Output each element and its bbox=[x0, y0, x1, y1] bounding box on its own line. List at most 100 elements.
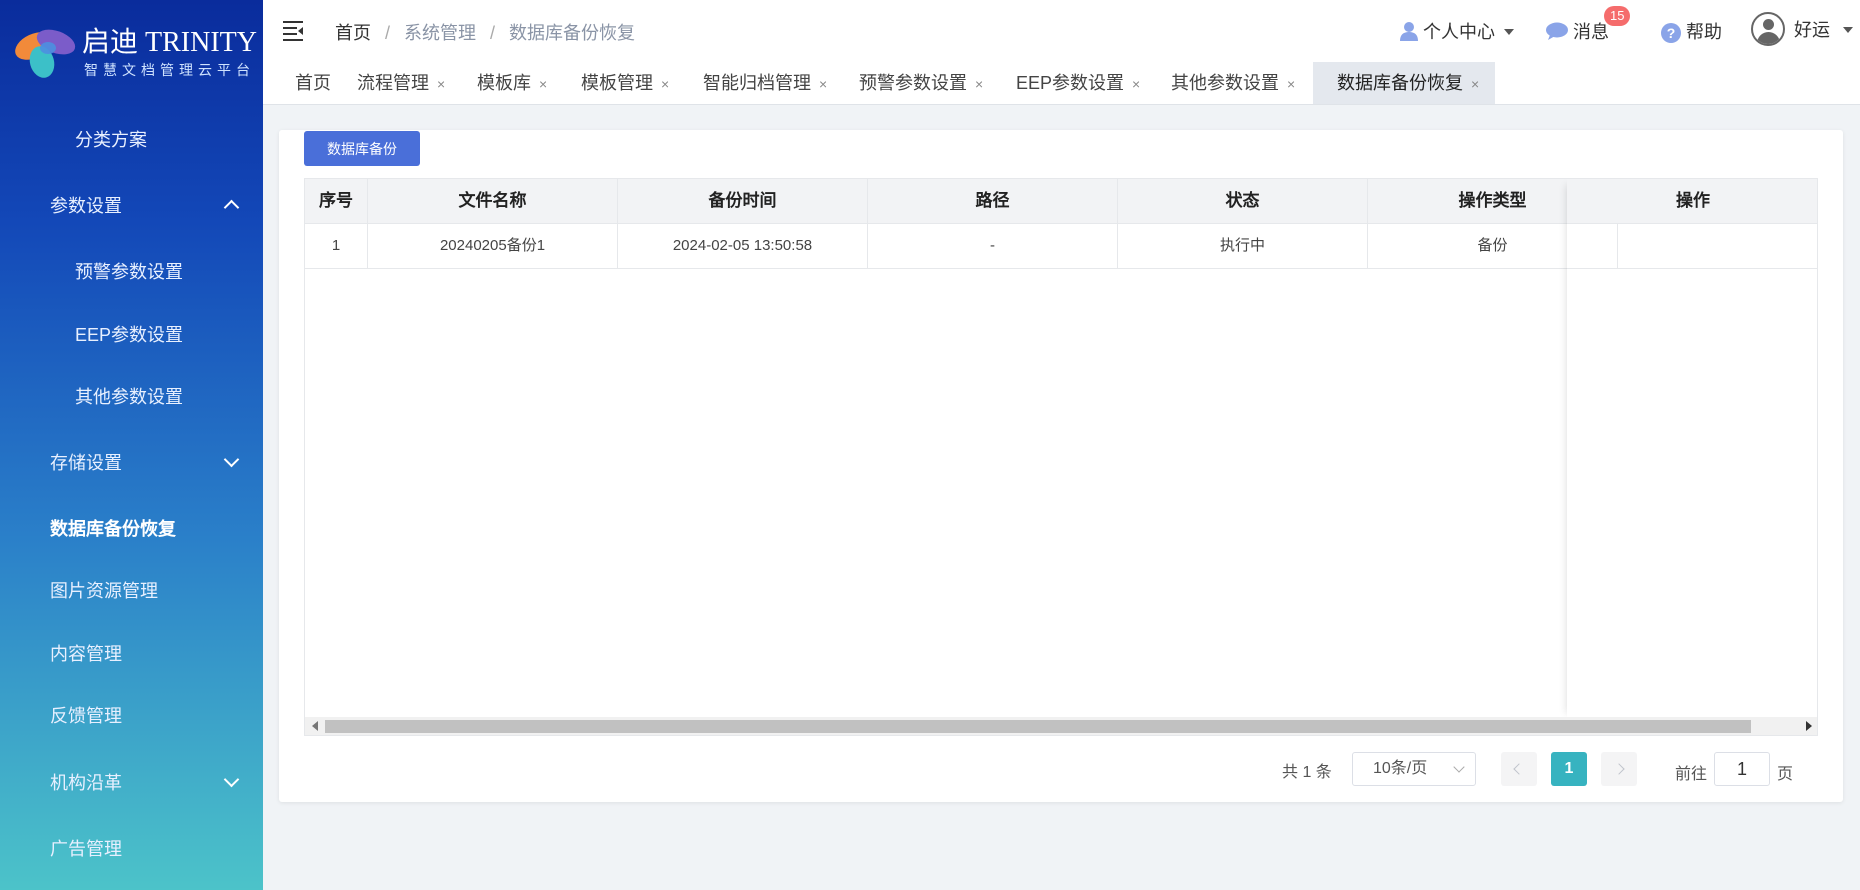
tab-label: 数据库备份恢复 bbox=[1337, 73, 1463, 93]
scrollbar-thumb[interactable] bbox=[325, 720, 1751, 733]
column-header: 路径 bbox=[868, 179, 1118, 223]
username-label: 好运 bbox=[1794, 20, 1831, 40]
close-icon[interactable]: × bbox=[975, 76, 983, 92]
sidebar-item[interactable]: EEP参数设置 bbox=[0, 315, 263, 355]
sidebar: 启迪 TRINITY 智慧文档管理云平台 分类方案参数设置预警参数设置 EEP参数… bbox=[0, 0, 263, 890]
help-icon: ? bbox=[1661, 23, 1681, 43]
collapse-menu-icon[interactable] bbox=[283, 20, 305, 41]
goto-page-input[interactable] bbox=[1714, 752, 1770, 786]
sidebar-item-label: 分类方案 bbox=[75, 130, 147, 150]
horizontal-scrollbar[interactable] bbox=[305, 717, 1817, 735]
caret-down-icon bbox=[1843, 27, 1854, 33]
close-icon[interactable]: × bbox=[661, 76, 669, 92]
breadcrumb-current: 数据库备份恢复 bbox=[509, 23, 636, 43]
account-menu[interactable]: 好运 bbox=[1751, 12, 1854, 46]
sidebar-item[interactable]: 存储设置 bbox=[0, 443, 263, 483]
sidebar-item[interactable]: 图片资源管理 bbox=[0, 571, 263, 611]
prev-page-button[interactable] bbox=[1501, 752, 1537, 786]
close-icon[interactable]: × bbox=[819, 76, 827, 92]
chevron-up-icon bbox=[223, 199, 240, 216]
close-icon[interactable]: × bbox=[437, 76, 445, 92]
sidebar-item-label: 图片资源管理 bbox=[50, 581, 158, 601]
content-card: 数据库备份 序号 文件名称 备份时间 路径 状态 操作类型 1 20240205备份1 202… bbox=[279, 130, 1843, 802]
tab[interactable]: 预警参数设置 × bbox=[855, 62, 983, 104]
tab-label: EEP参数设置 bbox=[1016, 73, 1125, 93]
user-center-menu[interactable]: 个人中心 bbox=[1400, 18, 1515, 44]
close-icon[interactable]: × bbox=[1132, 76, 1140, 92]
sidebar-item-label: 参数设置 bbox=[50, 196, 122, 216]
tab-label: 智能归档管理 bbox=[703, 73, 811, 93]
column-header: 状态 bbox=[1118, 179, 1368, 223]
tab[interactable]: 其他参数设置 × bbox=[1167, 62, 1295, 104]
sidebar-item[interactable]: 数据库备份恢复 bbox=[0, 509, 263, 549]
backup-table: 序号 文件名称 备份时间 路径 状态 操作类型 1 20240205备份1 2024-02-0… bbox=[304, 178, 1818, 736]
chevron-right-icon bbox=[1613, 763, 1625, 775]
help-label: 帮助 bbox=[1686, 22, 1723, 42]
goto-label: 前往 bbox=[1675, 766, 1708, 783]
next-page-button[interactable] bbox=[1601, 752, 1637, 786]
scroll-right-icon[interactable] bbox=[1806, 721, 1812, 731]
tab[interactable]: 模板管理 × bbox=[577, 62, 669, 104]
table-cell: - bbox=[868, 223, 1118, 268]
top-header: 首页 / 系统管理 / 数据库备份恢复 个人中心 消息 15 ? 帮助 好运 bbox=[263, 0, 1860, 63]
breadcrumb-system[interactable]: 系统管理 bbox=[404, 23, 476, 43]
sidebar-item[interactable]: 广告管理 bbox=[0, 829, 263, 869]
message-count-badge: 15 bbox=[1604, 6, 1631, 26]
tab[interactable]: 流程管理 × bbox=[353, 62, 445, 104]
page-suffix-label: 页 bbox=[1777, 766, 1794, 783]
tab-label: 其他参数设置 bbox=[1171, 73, 1279, 93]
sidebar-item[interactable]: 其他参数设置 bbox=[0, 377, 263, 417]
table-cell: 20240205备份1 bbox=[368, 223, 618, 268]
help-menu[interactable]: ? 帮助 bbox=[1661, 18, 1722, 44]
tab[interactable]: 模板库 × bbox=[473, 62, 547, 104]
tab[interactable]: 智能归档管理 × bbox=[699, 62, 827, 104]
messages-menu[interactable]: 消息 bbox=[1546, 18, 1609, 44]
close-icon[interactable]: × bbox=[1471, 76, 1479, 92]
fixed-column-shadow bbox=[1567, 179, 1817, 719]
trinity-logo-icon bbox=[15, 29, 76, 78]
sidebar-item-label: 预警参数设置 bbox=[75, 262, 183, 282]
tab-label: 模板管理 bbox=[581, 73, 653, 93]
brand-title: 启迪 TRINITY bbox=[82, 27, 257, 58]
sidebar-item-label: 数据库备份恢复 bbox=[50, 519, 176, 539]
page-size-select[interactable]: 10条/页 bbox=[1352, 752, 1476, 786]
sidebar-item-label: 其他参数设置 bbox=[75, 387, 183, 407]
sidebar-item-label: 广告管理 bbox=[50, 839, 122, 859]
sidebar-item[interactable]: 分类方案 bbox=[0, 120, 263, 160]
table-cell: 1 bbox=[305, 223, 368, 268]
page-number-current[interactable]: 1 bbox=[1551, 752, 1587, 786]
tab-bar: 首页 流程管理 × 模板库 × 模板管理 × 智能归档管理 × 预警参数设置 × EEP参数设置 × 其他… bbox=[263, 62, 1860, 105]
sidebar-item-label: 反馈管理 bbox=[50, 706, 122, 726]
chevron-down-icon bbox=[223, 451, 240, 468]
column-header: 文件名称 bbox=[368, 179, 618, 223]
tab-label: 预警参数设置 bbox=[859, 73, 967, 93]
messages-label: 消息 bbox=[1573, 22, 1610, 42]
tab[interactable]: 首页 bbox=[291, 62, 331, 104]
brand-subtitle: 智慧文档管理云平台 bbox=[84, 62, 255, 78]
column-header: 操作 bbox=[1676, 191, 1710, 210]
tab[interactable]: EEP参数设置 × bbox=[1012, 62, 1140, 104]
chevron-left-icon bbox=[1513, 763, 1525, 775]
tab-label: 模板库 bbox=[477, 73, 531, 93]
breadcrumb-home[interactable]: 首页 bbox=[335, 23, 371, 43]
brand-logo[interactable]: 启迪 TRINITY 智慧文档管理云平台 bbox=[12, 16, 257, 86]
chevron-down-icon bbox=[223, 771, 240, 788]
page-size-value: 10条/页 bbox=[1373, 760, 1428, 777]
sidebar-item[interactable]: 反馈管理 bbox=[0, 696, 263, 736]
caret-down-icon bbox=[1504, 29, 1515, 35]
sidebar-item-label: 机构沿革 bbox=[50, 773, 122, 793]
chevron-down-icon bbox=[1453, 761, 1465, 773]
sidebar-item[interactable]: 参数设置 bbox=[0, 186, 263, 226]
sidebar-item[interactable]: 预警参数设置 bbox=[0, 252, 263, 292]
sidebar-item-label: 存储设置 bbox=[50, 453, 122, 473]
sidebar-item[interactable]: 内容管理 bbox=[0, 634, 263, 674]
scroll-left-icon[interactable] bbox=[312, 721, 318, 731]
avatar bbox=[1751, 12, 1785, 46]
tab-label: 首页 bbox=[295, 73, 331, 93]
database-backup-button[interactable]: 数据库备份 bbox=[304, 131, 420, 166]
sidebar-item[interactable]: 机构沿革 bbox=[0, 763, 263, 803]
column-header: 序号 bbox=[305, 179, 368, 223]
close-icon[interactable]: × bbox=[539, 76, 547, 92]
close-icon[interactable]: × bbox=[1287, 76, 1295, 92]
tab[interactable]: 数据库备份恢复 × bbox=[1313, 62, 1495, 104]
